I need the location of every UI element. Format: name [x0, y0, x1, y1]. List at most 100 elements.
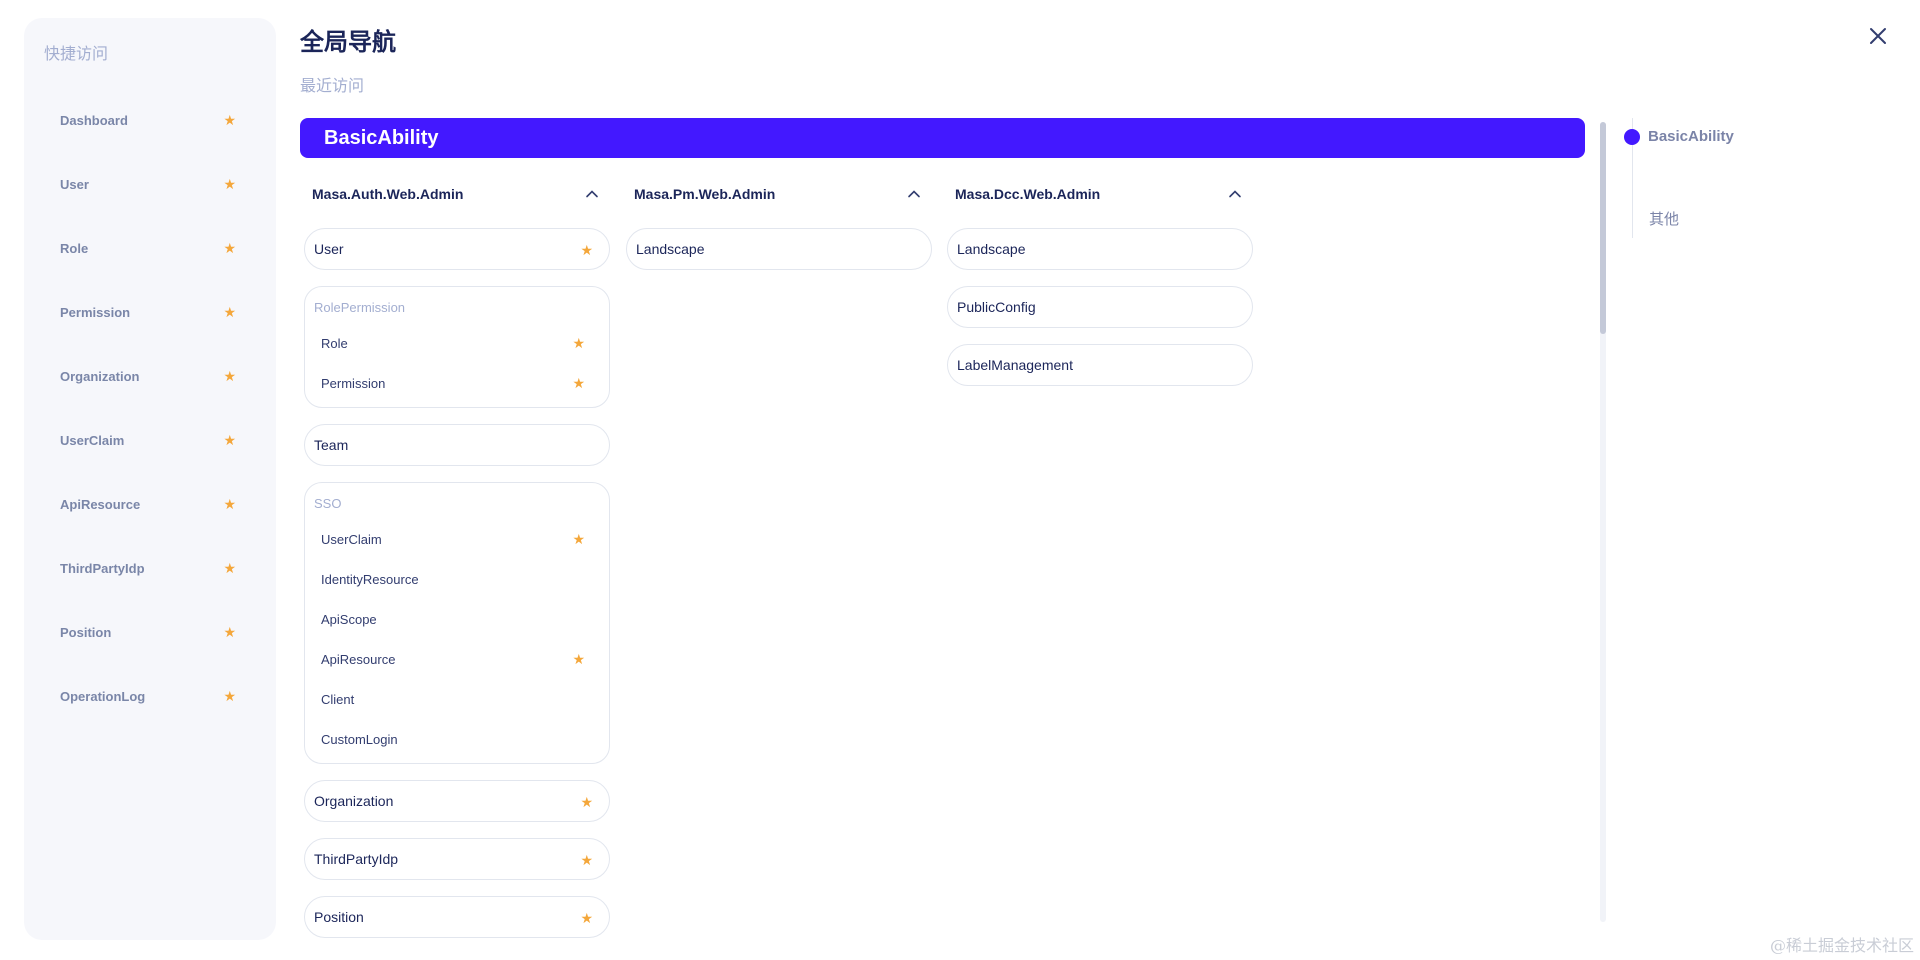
watermark: @稀土掘金技术社区 [1769, 936, 1914, 955]
nav-item-customlogin[interactable]: CustomLogin [305, 719, 609, 759]
close-icon [1870, 28, 1886, 44]
recent-visits-label: 最近访问 [300, 78, 365, 95]
page-title: 全局导航 [300, 29, 396, 56]
nav-item-apiresource[interactable]: ApiResource ★ [305, 639, 609, 679]
chevron-up-icon[interactable] [906, 186, 922, 202]
quick-item-position[interactable]: Position ★ [24, 600, 276, 664]
app-name: Masa.Dcc.Web.Admin [955, 186, 1101, 202]
star-icon[interactable]: ★ [223, 561, 236, 575]
quick-item-label: Organization [60, 368, 140, 384]
quick-access-panel: 快捷访问 Dashboard ★ User ★ Role ★ Permission ★ … [24, 18, 276, 940]
nav-item-landscape[interactable]: Landscape [947, 228, 1253, 270]
nav-item-apiscope[interactable]: ApiScope [305, 599, 609, 639]
quick-item-userclaim[interactable]: UserClaim ★ [24, 408, 276, 472]
nav-item-label: Landscape [636, 241, 705, 257]
nav-item-label: ApiScope [321, 611, 377, 627]
star-icon[interactable]: ★ [223, 177, 236, 191]
nav-group-title: SSO [314, 496, 342, 511]
quick-item-organization[interactable]: Organization ★ [24, 344, 276, 408]
global-navigation-page: 快捷访问 Dashboard ★ User ★ Role ★ Permission ★ … [0, 0, 1920, 960]
nav-item-position[interactable]: Position ★ [304, 896, 610, 938]
nav-item-label: IdentityResource [321, 571, 419, 587]
nav-item-userclaim[interactable]: UserClaim ★ [305, 519, 609, 559]
star-icon[interactable]: ★ [223, 241, 236, 255]
quick-item-label: Position [60, 624, 112, 640]
nav-item-user[interactable]: User ★ [304, 228, 610, 270]
quick-item-operationlog[interactable]: OperationLog ★ [24, 664, 276, 728]
star-icon[interactable]: ★ [223, 625, 236, 639]
star-icon[interactable]: ★ [572, 376, 585, 390]
star-icon[interactable]: ★ [223, 689, 236, 703]
quick-access-list: Dashboard ★ User ★ Role ★ Permission ★ Organ… [24, 88, 276, 728]
quick-item-apiresource[interactable]: ApiResource ★ [24, 472, 276, 536]
nav-item-label: UserClaim [321, 531, 382, 547]
anchor-basicability[interactable]: BasicAbility [1624, 128, 1734, 145]
nav-item-role[interactable]: Role ★ [305, 323, 609, 363]
star-icon[interactable]: ★ [580, 795, 593, 809]
close-button[interactable] [1864, 22, 1892, 50]
quick-item-label: ApiResource [60, 496, 141, 512]
quick-item-permission[interactable]: Permission ★ [24, 280, 276, 344]
star-icon[interactable]: ★ [572, 532, 585, 546]
nav-item-label: Permission [321, 375, 386, 391]
quick-item-dashboard[interactable]: Dashboard ★ [24, 88, 276, 152]
anchor-label: 其他 [1649, 211, 1680, 228]
active-dot-icon [1624, 128, 1640, 145]
nav-item-landscape[interactable]: Landscape [626, 228, 932, 270]
star-icon[interactable]: ★ [223, 433, 236, 447]
nav-item-labelmanagement[interactable]: LabelManagement [947, 344, 1253, 386]
chevron-up-icon[interactable] [1227, 186, 1243, 202]
nav-item-label: LabelManagement [957, 357, 1073, 373]
app-name: Masa.Auth.Web.Admin [312, 186, 464, 202]
star-icon[interactable]: ★ [580, 853, 593, 867]
nav-group-sso: SSO UserClaim ★ IdentityResource ApiScope… [304, 482, 610, 764]
quick-item-label: Role [60, 240, 89, 256]
category-banner-label: BasicAbility [324, 127, 439, 149]
quick-item-role[interactable]: Role ★ [24, 216, 276, 280]
anchor-other[interactable]: 其他 [1649, 208, 1679, 229]
chevron-up-icon[interactable] [584, 186, 600, 202]
nav-item-thirdpartyidp[interactable]: ThirdPartyIdp ★ [304, 838, 610, 880]
nav-item-label: Landscape [957, 241, 1026, 257]
nav-item-label: Position [314, 909, 364, 925]
quick-item-user[interactable]: User ★ [24, 152, 276, 216]
nav-item-label: Organization [314, 793, 394, 809]
nav-item-client[interactable]: Client [305, 679, 609, 719]
star-icon[interactable]: ★ [223, 369, 236, 383]
nav-item-label: User [314, 241, 344, 257]
anchor-label: BasicAbility [1648, 128, 1734, 145]
quick-item-label: UserClaim [60, 432, 125, 448]
nav-item-label: Role [321, 335, 348, 351]
quick-item-label: ThirdPartyIdp [60, 560, 145, 576]
quick-item-label: Permission [60, 304, 131, 320]
nav-group-rolepermission: Role Permission Role ★ Permission ★ [304, 286, 610, 408]
nav-item-label: ApiResource [321, 651, 396, 667]
quick-access-title: 快捷访问 [44, 46, 109, 63]
star-icon[interactable]: ★ [572, 336, 585, 350]
scrollbar-thumb[interactable] [1600, 122, 1606, 334]
app-column-pm: Masa.Pm.Web.Admin Landscape [626, 176, 932, 286]
app-column-dcc: Masa.Dcc.Web.Admin Landscape PublicConfi… [947, 176, 1253, 402]
nav-item-identityresource[interactable]: IdentityResource [305, 559, 609, 599]
star-icon[interactable]: ★ [580, 243, 593, 257]
nav-item-organization[interactable]: Organization ★ [304, 780, 610, 822]
app-column-header: Masa.Pm.Web.Admin [626, 176, 932, 212]
nav-item-label: Team [314, 437, 349, 453]
app-column-header: Masa.Auth.Web.Admin [304, 176, 610, 212]
star-icon[interactable]: ★ [223, 113, 236, 127]
app-column-auth: Masa.Auth.Web.Admin User ★ Role Permission… [304, 176, 610, 954]
star-icon[interactable]: ★ [580, 911, 593, 925]
quick-item-thirdpartyidp[interactable]: ThirdPartyIdp ★ [24, 536, 276, 600]
quick-item-label: User [60, 176, 89, 192]
star-icon[interactable]: ★ [572, 652, 585, 666]
star-icon[interactable]: ★ [223, 305, 236, 319]
star-icon[interactable]: ★ [223, 497, 236, 511]
app-column-header: Masa.Dcc.Web.Admin [947, 176, 1253, 212]
nav-item-permission[interactable]: Permission ★ [305, 363, 609, 403]
nav-item-team[interactable]: Team [304, 424, 610, 466]
category-banner: BasicAbility [300, 118, 1585, 158]
nav-item-publicconfig[interactable]: PublicConfig [947, 286, 1253, 328]
